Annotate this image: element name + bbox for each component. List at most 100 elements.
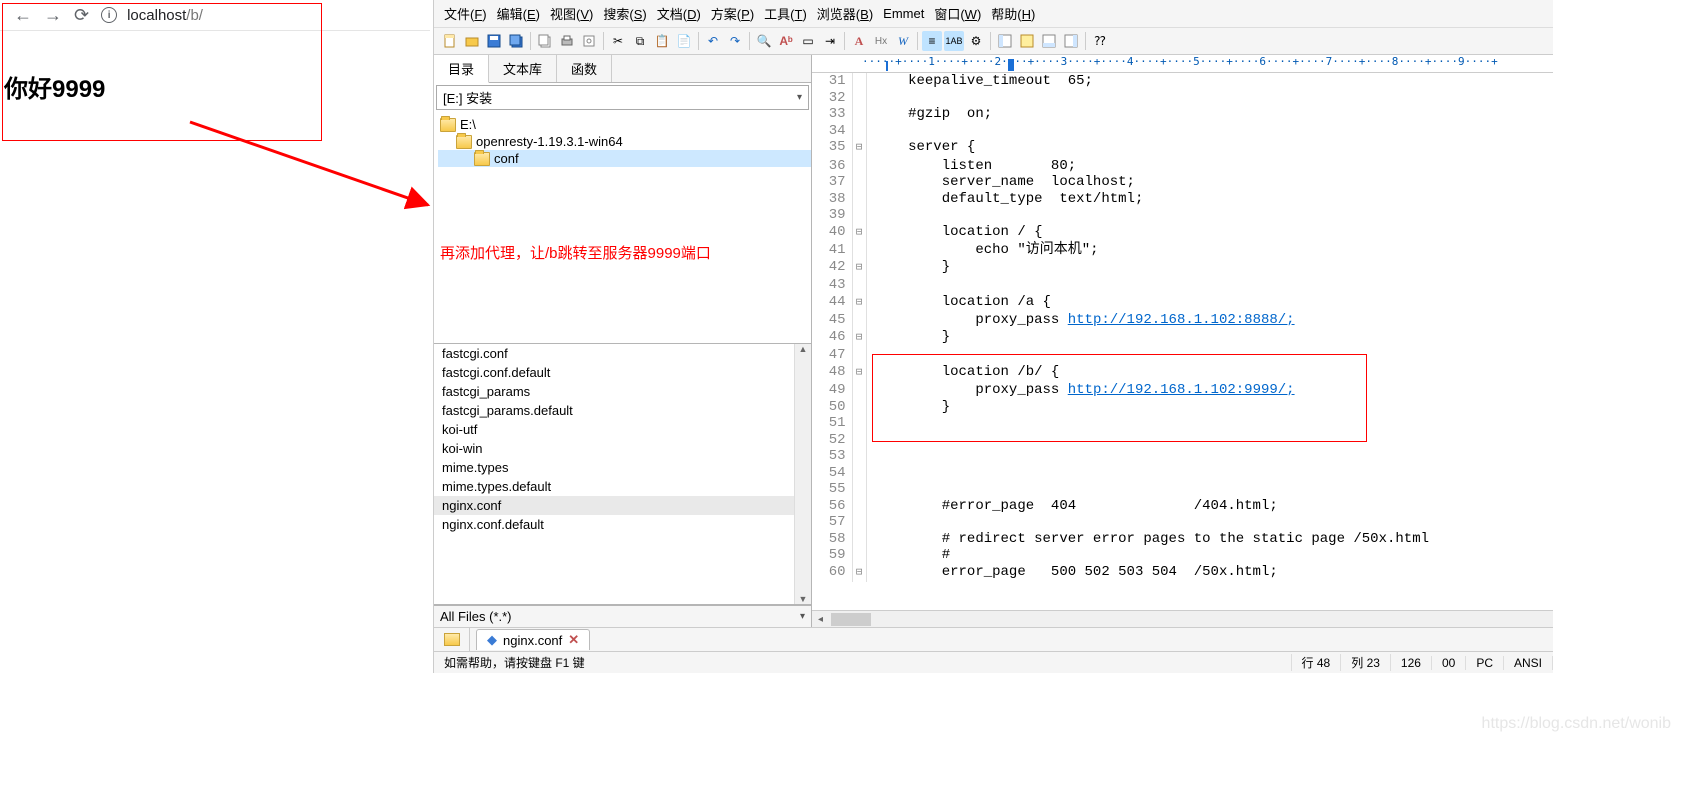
fold-toggle[interactable]: ⊟	[852, 139, 866, 158]
tree-row[interactable]: E:\	[438, 116, 811, 133]
drive-selector[interactable]: [E:] 安装 ▾	[436, 85, 809, 110]
code-line[interactable]: }	[866, 399, 1429, 416]
fold-toggle[interactable]: ⊟	[852, 294, 866, 313]
file-filter[interactable]: All Files (*.*) ▾	[434, 605, 811, 627]
menu-item[interactable]: 文件(F)	[440, 2, 491, 25]
code-line[interactable]	[866, 448, 1429, 465]
print-icon[interactable]	[557, 31, 577, 51]
format-a-icon[interactable]: A	[849, 31, 869, 51]
fold-toggle[interactable]: ⊟	[852, 364, 866, 383]
forward-icon[interactable]: →	[44, 6, 62, 24]
save-icon[interactable]	[484, 31, 504, 51]
close-tab-icon[interactable]: ✕	[568, 632, 579, 648]
settings-icon[interactable]: ⚙	[966, 31, 986, 51]
save-all-icon[interactable]	[506, 31, 526, 51]
fold-toggle[interactable]: ⊟	[852, 564, 866, 583]
code-line[interactable]: server_name localhost;	[866, 174, 1429, 191]
lang-icon[interactable]: 1AB	[944, 31, 964, 51]
clipboard-icon[interactable]: 📄	[674, 31, 694, 51]
search-icon[interactable]: 🔍	[754, 31, 774, 51]
preview-icon[interactable]	[579, 31, 599, 51]
menu-item[interactable]: 编辑(E)	[493, 2, 544, 25]
file-row[interactable]: fastcgi_params	[434, 382, 811, 401]
help-cursor-icon[interactable]: ⁇	[1090, 31, 1110, 51]
code-line[interactable]: # redirect server error pages to the sta…	[866, 531, 1429, 548]
scroll-thumb[interactable]	[831, 613, 871, 626]
menu-item[interactable]: 浏览器(B)	[813, 2, 877, 25]
code-line[interactable]: location / {	[866, 224, 1429, 243]
doc-tab-folder-icon[interactable]	[434, 628, 470, 651]
panel4-icon[interactable]	[1061, 31, 1081, 51]
goto-icon[interactable]: ⇥	[820, 31, 840, 51]
code-editor[interactable]: 31 keepalive_timeout 65;3233 #gzip on;34…	[812, 73, 1553, 610]
menu-item[interactable]: 文档(D)	[653, 2, 705, 25]
code-line[interactable]: proxy_pass http://192.168.1.102:8888/;	[866, 312, 1429, 329]
menu-item[interactable]: 搜索(S)	[599, 2, 650, 25]
code-line[interactable]: location /b/ {	[866, 364, 1429, 383]
horizontal-scrollbar[interactable]: ◂	[812, 610, 1553, 627]
copy2-icon[interactable]: ⧉	[630, 31, 650, 51]
url-link[interactable]: http://192.168.1.102:8888/;	[1068, 312, 1295, 328]
menu-bar[interactable]: 文件(F)编辑(E)视图(V)搜索(S)文档(D)方案(P)工具(T)浏览器(B…	[434, 0, 1553, 27]
sidebar-tab[interactable]: 目录	[434, 55, 489, 83]
reload-icon[interactable]: ⟳	[74, 6, 89, 24]
code-line[interactable]: listen 80;	[866, 158, 1429, 175]
code-line[interactable]: location /a {	[866, 294, 1429, 313]
menu-item[interactable]: Emmet	[879, 4, 928, 23]
back-icon[interactable]: ←	[14, 6, 32, 24]
url-link[interactable]: http://192.168.1.102:9999/;	[1068, 382, 1295, 398]
toolbar[interactable]: ✂ ⧉ 📋 📄 ↶ ↷ 🔍 Aᵇ ▭ ⇥ A Hx W ≡ 1AB ⚙ ⁇	[434, 27, 1553, 55]
cut-icon[interactable]: ✂	[608, 31, 628, 51]
fold-toggle[interactable]: ⊟	[852, 329, 866, 348]
code-line[interactable]: error_page 500 502 503 504 /50x.html;	[866, 564, 1429, 583]
code-line[interactable]: #	[866, 547, 1429, 564]
paste-icon[interactable]: 📋	[652, 31, 672, 51]
tree-row[interactable]: conf	[438, 150, 811, 167]
code-line[interactable]: default_type text/html;	[866, 191, 1429, 208]
file-row[interactable]: fastcgi.conf.default	[434, 363, 811, 382]
code-line[interactable]	[866, 415, 1429, 432]
menu-item[interactable]: 帮助(H)	[987, 2, 1039, 25]
fold-toggle[interactable]: ⊟	[852, 224, 866, 243]
menu-item[interactable]: 方案(P)	[707, 2, 758, 25]
file-row[interactable]: koi-utf	[434, 420, 811, 439]
scroll-left-icon[interactable]: ◂	[812, 614, 829, 625]
code-line[interactable]: echo "访问本机";	[866, 242, 1429, 259]
code-line[interactable]	[866, 481, 1429, 498]
fold-toggle[interactable]: ⊟	[852, 259, 866, 278]
file-row[interactable]: nginx.conf	[434, 496, 811, 515]
file-row[interactable]: fastcgi_params.default	[434, 401, 811, 420]
code-line[interactable]: #error_page 404 /404.html;	[866, 498, 1429, 515]
code-line[interactable]: server {	[866, 139, 1429, 158]
code-line[interactable]	[866, 465, 1429, 482]
code-line[interactable]: }	[866, 259, 1429, 278]
sidebar-tabs[interactable]: 目录文本库函数	[434, 55, 811, 83]
new-file-icon[interactable]	[440, 31, 460, 51]
code-line[interactable]: proxy_pass http://192.168.1.102:9999/;	[866, 382, 1429, 399]
menu-item[interactable]: 窗口(W)	[930, 2, 985, 25]
bookmark-icon[interactable]: ▭	[798, 31, 818, 51]
undo-icon[interactable]: ↶	[703, 31, 723, 51]
hex-icon[interactable]: Hx	[871, 31, 891, 51]
list-icon[interactable]: ≡	[922, 31, 942, 51]
code-line[interactable]	[866, 207, 1429, 224]
word-icon[interactable]: W	[893, 31, 913, 51]
replace-icon[interactable]: Aᵇ	[776, 31, 796, 51]
code-line[interactable]	[866, 347, 1429, 364]
code-line[interactable]: keepalive_timeout 65;	[866, 73, 1429, 90]
file-list[interactable]: fastcgi.conffastcgi.conf.defaultfastcgi_…	[434, 344, 811, 605]
code-line[interactable]	[866, 514, 1429, 531]
open-file-icon[interactable]	[462, 31, 482, 51]
file-row[interactable]: mime.types	[434, 458, 811, 477]
code-line[interactable]	[866, 123, 1429, 140]
file-row[interactable]: nginx.conf.default	[434, 515, 811, 534]
file-row[interactable]: koi-win	[434, 439, 811, 458]
panel1-icon[interactable]	[995, 31, 1015, 51]
sidebar-tab[interactable]: 文本库	[489, 55, 557, 82]
panel2-icon[interactable]	[1017, 31, 1037, 51]
redo-icon[interactable]: ↷	[725, 31, 745, 51]
tree-row[interactable]: openresty-1.19.3.1-win64	[438, 133, 811, 150]
code-line[interactable]	[866, 432, 1429, 449]
file-list-scrollbar[interactable]: ▲▼	[794, 344, 811, 604]
site-info-icon[interactable]: i	[101, 7, 117, 23]
